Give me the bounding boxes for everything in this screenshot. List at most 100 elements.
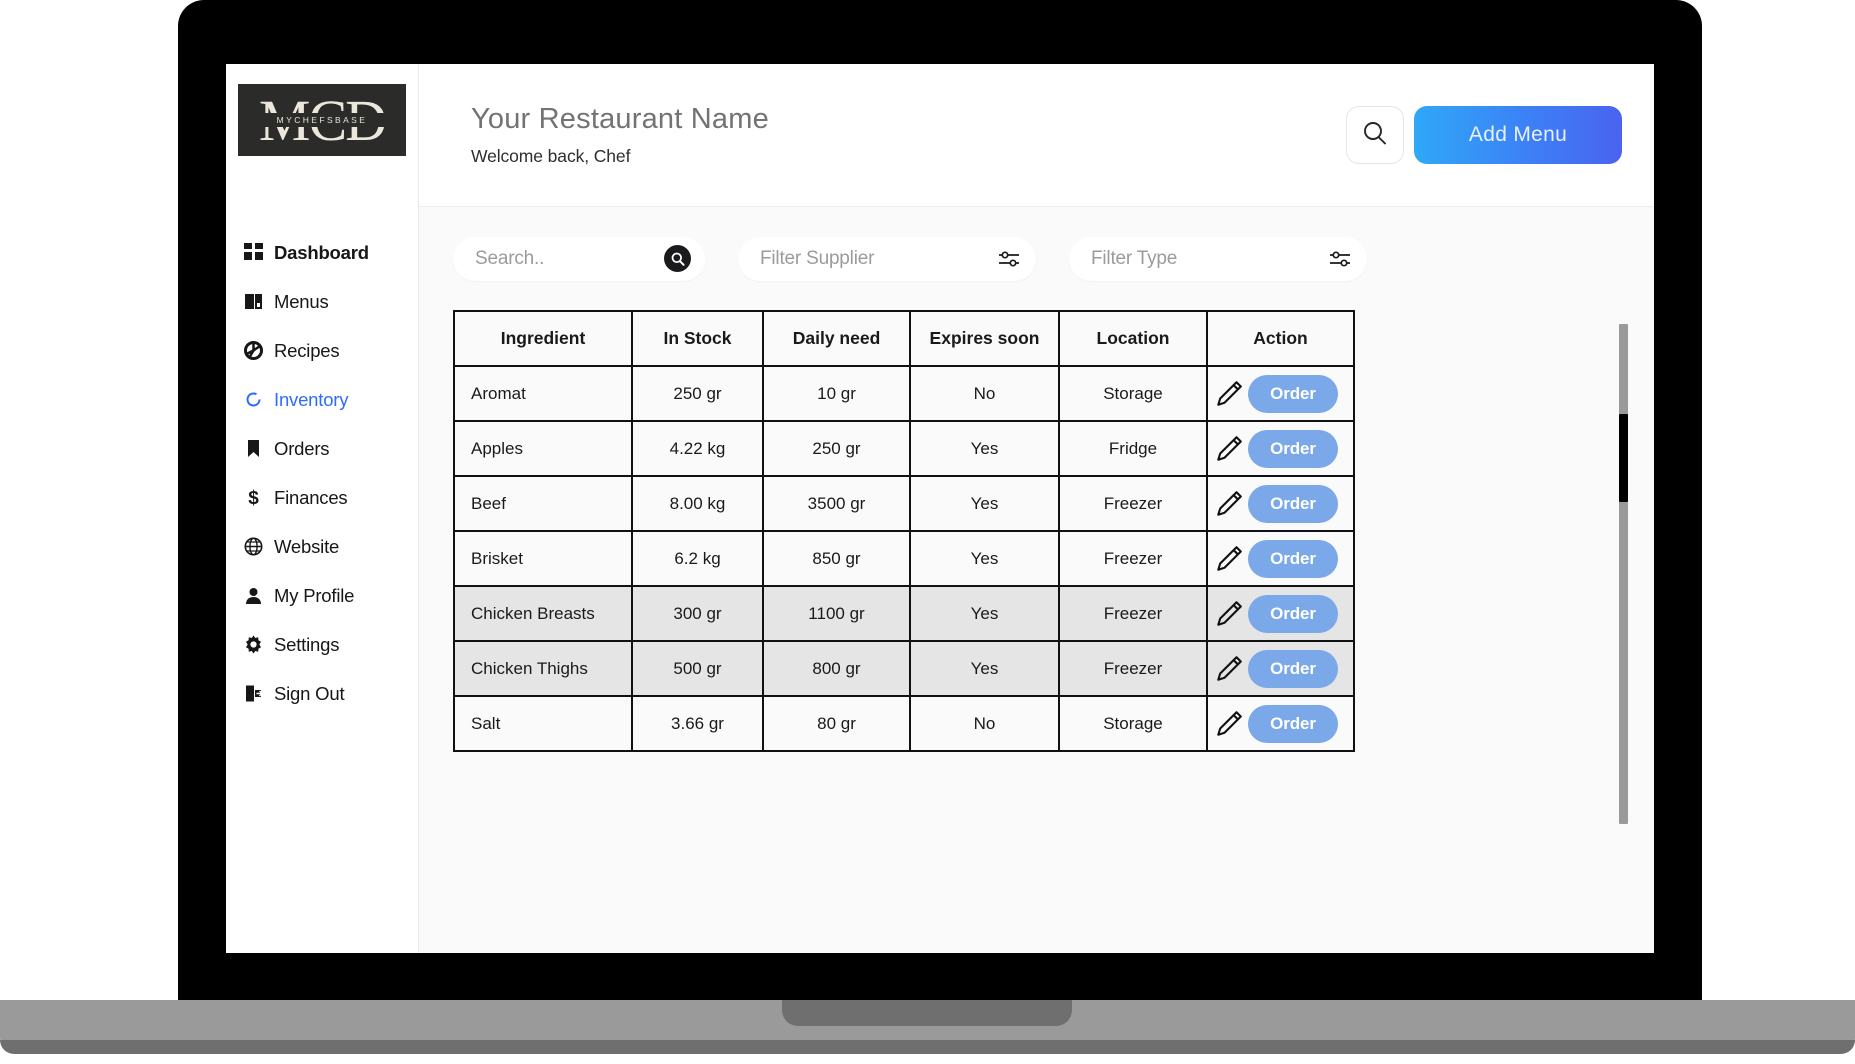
header-titles: Your Restaurant Name Welcome back, Chef [471, 103, 1346, 166]
cell-in-stock: 300 gr [631, 585, 764, 642]
table-row: Chicken Breasts 300 gr 1100 gr Yes Freezer Or… [453, 585, 1355, 642]
cell-daily-need: 850 gr [762, 530, 911, 587]
cell-daily-need: 80 gr [762, 695, 911, 752]
table-row: Beef 8.00 kg 3500 gr Yes Freezer Order [453, 475, 1355, 532]
cell-daily-need: 10 gr [762, 365, 911, 422]
gear-icon [244, 635, 263, 654]
pencil-icon[interactable] [1214, 434, 1244, 464]
book-icon [244, 292, 263, 311]
cell-location: Fridge [1058, 420, 1208, 477]
filter-bar: Search.. Filter Supplier Filter Type [419, 207, 1654, 310]
cell-expires-soon: Yes [909, 640, 1060, 697]
sidebar-nav: Dashboard Menus Recipes Inventory Orders… [226, 228, 418, 718]
search-icon [1362, 120, 1388, 151]
header-search-button[interactable] [1346, 106, 1404, 164]
cell-daily-need: 250 gr [762, 420, 911, 477]
column-header-expires-soon: Expires soon [909, 310, 1060, 367]
column-header-daily-need: Daily need [762, 310, 911, 367]
sidebar-item-inventory[interactable]: Inventory [244, 375, 418, 424]
sliders-icon[interactable] [1327, 246, 1353, 272]
sidebar-item-website[interactable]: Website [244, 522, 418, 571]
order-button[interactable]: Order [1248, 484, 1338, 523]
cell-in-stock: 250 gr [631, 365, 764, 422]
search-placeholder: Search.. [475, 247, 545, 269]
cell-in-stock: 8.00 kg [631, 475, 764, 532]
order-button[interactable]: Order [1248, 539, 1338, 578]
table-row: Brisket 6.2 kg 850 gr Yes Freezer Order [453, 530, 1355, 587]
column-header-action: Action [1206, 310, 1355, 367]
pencil-icon[interactable] [1214, 544, 1244, 574]
globe-icon [244, 537, 263, 556]
cell-ingredient: Apples [453, 420, 633, 477]
pencil-icon[interactable] [1214, 379, 1244, 409]
cell-ingredient: Aromat [453, 365, 633, 422]
order-button[interactable]: Order [1248, 704, 1338, 743]
action-wrap: Order [1208, 532, 1353, 585]
cell-daily-need: 800 gr [762, 640, 911, 697]
sidebar-item-sign-out[interactable]: Sign Out [244, 669, 418, 718]
table-row: Apples 4.22 kg 250 gr Yes Fridge Order [453, 420, 1355, 477]
cell-expires-soon: No [909, 365, 1060, 422]
sidebar-item-recipes[interactable]: Recipes [244, 326, 418, 375]
cell-ingredient: Chicken Breasts [453, 585, 633, 642]
laptop-trackpad-notch [782, 1000, 1072, 1026]
order-button[interactable]: Order [1248, 594, 1338, 633]
sidebar-item-menus[interactable]: Menus [244, 277, 418, 326]
filter-type-input[interactable]: Filter Type [1069, 236, 1367, 281]
welcome-message: Welcome back, Chef [471, 145, 631, 166]
inventory-table-body: Aromat 250 gr 10 gr No Storage Order Apples 4.2… [453, 365, 1355, 752]
sidebar-item-label: My Profile [274, 584, 355, 606]
table-scrollbar[interactable] [1619, 324, 1628, 824]
sliders-icon[interactable] [996, 246, 1022, 272]
sidebar-item-label: Dashboard [274, 241, 369, 263]
pencil-icon[interactable] [1214, 709, 1244, 739]
sidebar-item-label: Settings [274, 633, 340, 655]
cell-action: Order [1206, 365, 1355, 422]
dollar-icon: $ [244, 488, 263, 507]
action-wrap: Order [1208, 422, 1353, 475]
refresh-icon [244, 390, 263, 409]
sidebar-item-dashboard[interactable]: Dashboard [244, 228, 418, 277]
cell-action: Order [1206, 695, 1355, 752]
cell-ingredient: Beef [453, 475, 633, 532]
filter-supplier-input[interactable]: Filter Supplier [738, 236, 1036, 281]
table-scrollbar-thumb[interactable] [1619, 414, 1628, 502]
cell-in-stock: 4.22 kg [631, 420, 764, 477]
laptop-base-lip [0, 1040, 1855, 1054]
column-header-in-stock: In Stock [631, 310, 764, 367]
order-button[interactable]: Order [1248, 649, 1338, 688]
sidebar-item-label: Inventory [274, 388, 349, 410]
order-button[interactable]: Order [1248, 429, 1338, 468]
add-menu-button[interactable]: Add Menu [1414, 106, 1622, 164]
table-region: Ingredient In Stock Daily need Expires s… [419, 310, 1654, 953]
pencil-icon[interactable] [1214, 489, 1244, 519]
cell-ingredient: Chicken Thighs [453, 640, 633, 697]
aperture-icon [244, 341, 263, 360]
sidebar-item-my-profile[interactable]: My Profile [244, 571, 418, 620]
cell-daily-need: 1100 gr [762, 585, 911, 642]
action-wrap: Order [1208, 697, 1353, 750]
sidebar-item-orders[interactable]: Orders [244, 424, 418, 473]
cell-expires-soon: Yes [909, 530, 1060, 587]
header-actions: Add Menu [1346, 106, 1622, 164]
pencil-icon[interactable] [1214, 599, 1244, 629]
sidebar-item-settings[interactable]: Settings [244, 620, 418, 669]
app-root: MCD MYCHEFSBASE Dashboard [226, 64, 1654, 953]
cell-expires-soon: Yes [909, 475, 1060, 532]
action-wrap: Order [1208, 367, 1353, 420]
cell-expires-soon: Yes [909, 420, 1060, 477]
top-header: Your Restaurant Name Welcome back, Chef … [419, 64, 1654, 207]
cell-location: Freezer [1058, 530, 1208, 587]
cell-action: Order [1206, 475, 1355, 532]
pencil-icon[interactable] [1214, 654, 1244, 684]
laptop-screen: MCD MYCHEFSBASE Dashboard [226, 64, 1654, 953]
cell-action: Order [1206, 530, 1355, 587]
search-icon[interactable] [664, 245, 691, 272]
order-button[interactable]: Order [1248, 374, 1338, 413]
sidebar-item-finances[interactable]: $ Finances [244, 473, 418, 522]
laptop-mockup: MCD MYCHEFSBASE Dashboard [0, 0, 1855, 1064]
cell-expires-soon: Yes [909, 585, 1060, 642]
search-input[interactable]: Search.. [453, 236, 705, 281]
brand-logo: MCD MYCHEFSBASE [238, 84, 406, 156]
cell-action: Order [1206, 585, 1355, 642]
